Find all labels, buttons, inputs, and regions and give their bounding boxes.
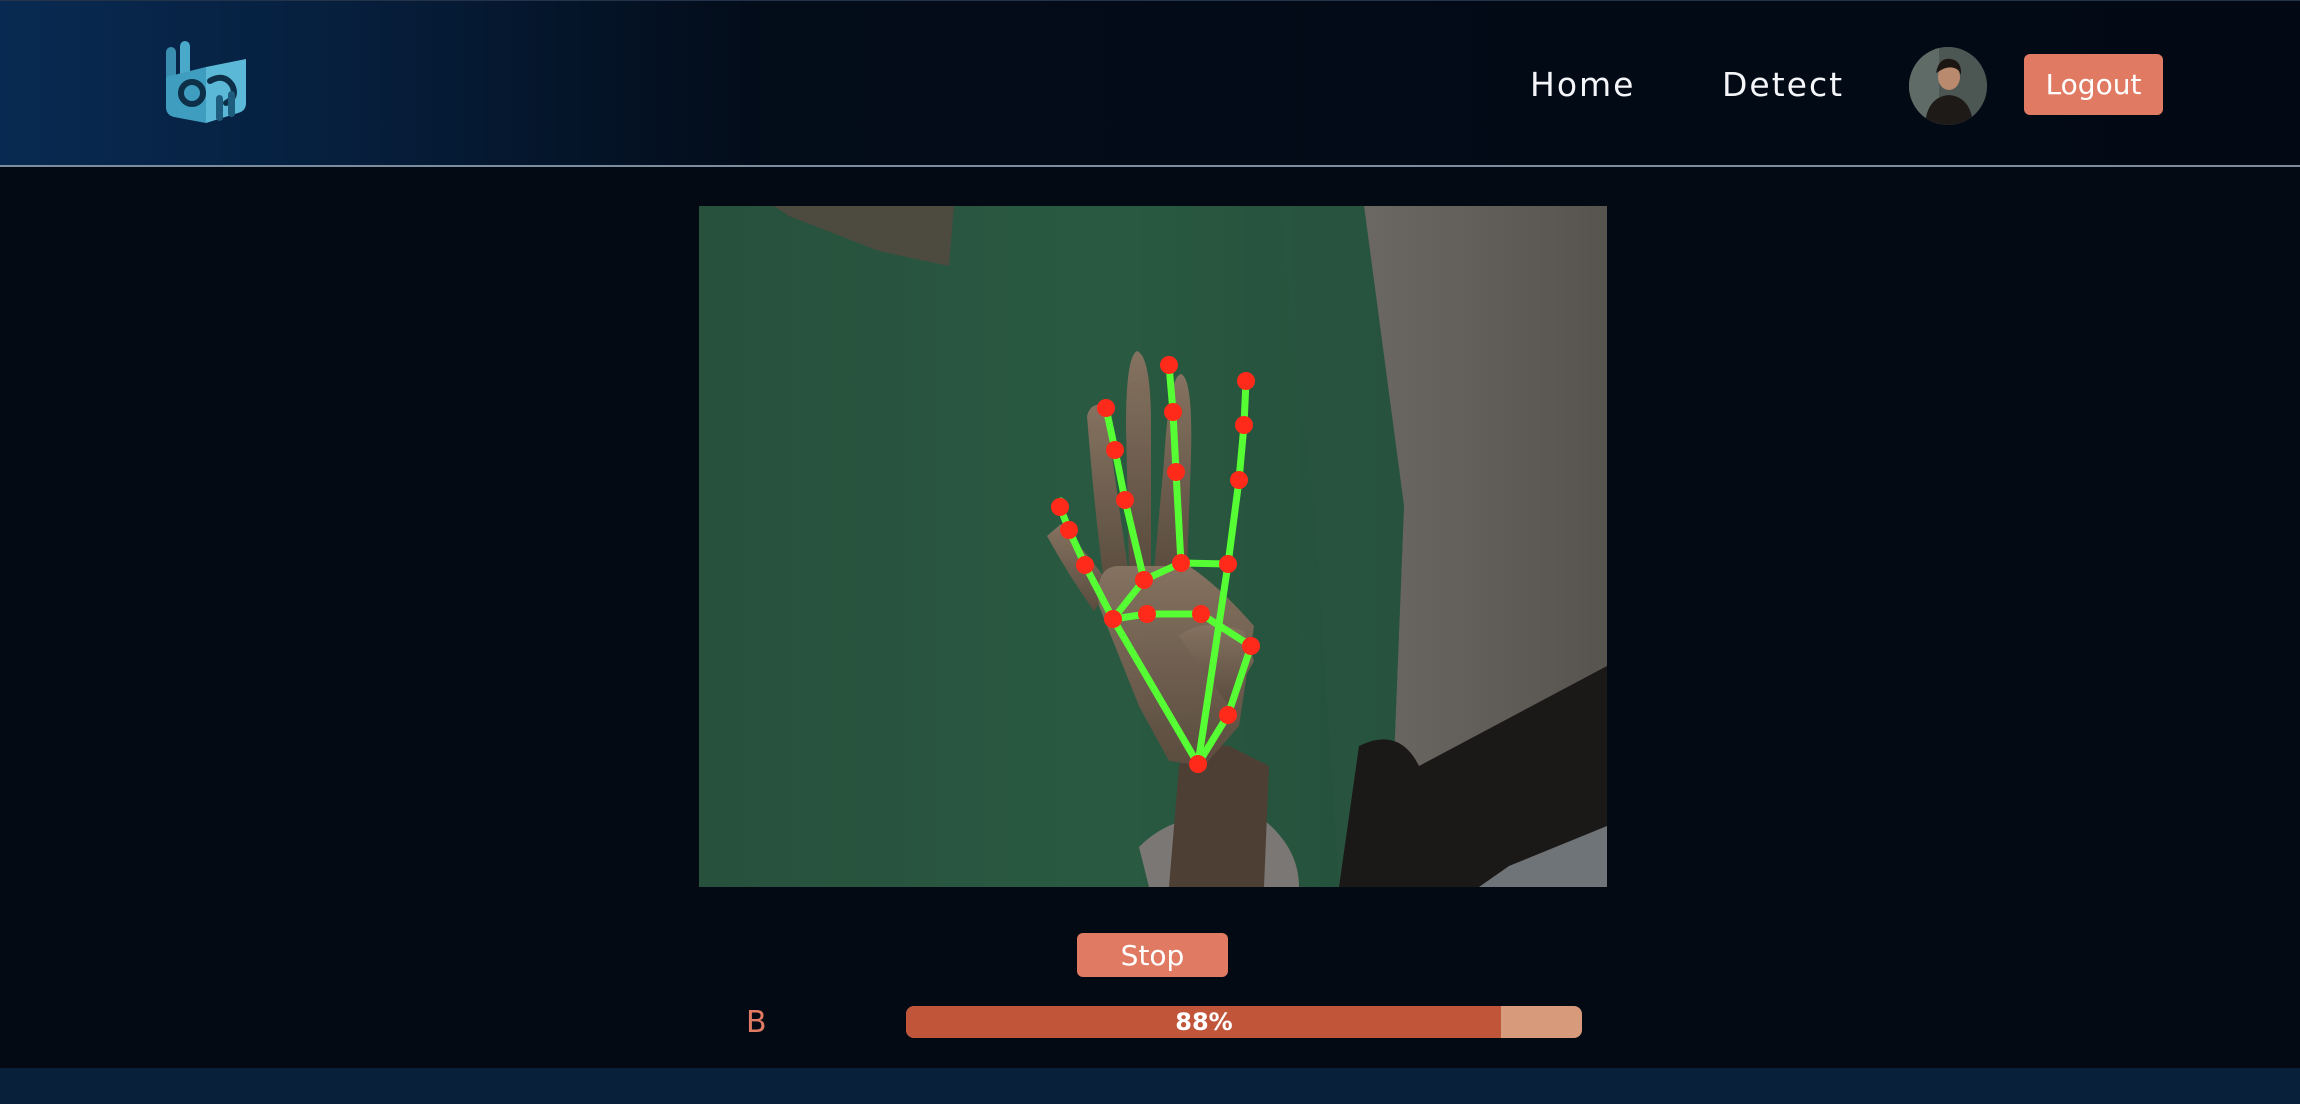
nav-detect-link[interactable]: Detect bbox=[1722, 59, 1844, 111]
user-avatar[interactable] bbox=[1909, 47, 1987, 125]
confidence-progress-bar: 88% bbox=[906, 1006, 1582, 1038]
webcam-feed-image bbox=[699, 206, 1607, 887]
top-navbar: Home Detect Logout bbox=[0, 0, 2300, 167]
predicted-letter: B bbox=[746, 1005, 767, 1040]
logout-button[interactable]: Logout bbox=[2024, 54, 2163, 115]
confidence-label: 88% bbox=[1175, 1008, 1233, 1036]
footer-strip bbox=[0, 1068, 2300, 1104]
hand-sign-logo-icon[interactable] bbox=[160, 37, 252, 129]
nav-home-link[interactable]: Home bbox=[1530, 59, 1635, 111]
stop-button[interactable]: Stop bbox=[1077, 933, 1228, 977]
